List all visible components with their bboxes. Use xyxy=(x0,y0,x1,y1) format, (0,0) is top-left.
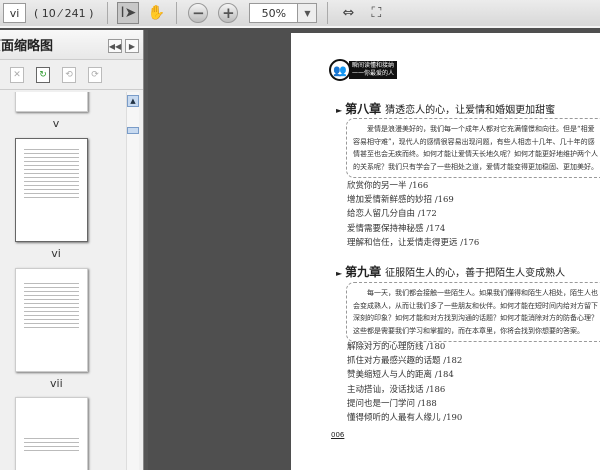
fit-page-icon[interactable]: ⛶ xyxy=(365,2,387,24)
toc-item[interactable]: 给恋人留几分自由 /172 xyxy=(347,207,479,221)
page-number-input[interactable]: vi xyxy=(3,3,26,23)
thumbnail-label: vii xyxy=(50,377,63,390)
thumbnail-label: vi xyxy=(51,247,61,260)
toc-item[interactable]: 赞美缩短人与人的距离 /184 xyxy=(347,368,462,382)
panel-header: 页面缩略图 ◀◀ ▶ xyxy=(0,30,143,60)
toc-item[interactable]: 爱情需要保持神秘感 /174 xyxy=(347,222,479,236)
chapter-intro: 每一天，我们都会接触一些陌生人。如果我们懂得和陌生人相处，陌生人也会变成熟人，从… xyxy=(346,282,600,342)
divider xyxy=(107,2,109,24)
panel-toolbar: ✕ ↻ ⟲ ⟳ xyxy=(0,60,143,90)
zoom-value[interactable]: 50% xyxy=(250,4,297,22)
rotate-cw-icon[interactable]: ⟳ xyxy=(88,66,102,83)
delete-page-icon[interactable]: ✕ xyxy=(10,66,24,83)
collapse-panel-button[interactable]: ◀◀ xyxy=(108,39,122,53)
thumbnail-page-vii[interactable] xyxy=(15,268,88,372)
thumbnail-page-v[interactable] xyxy=(15,92,88,112)
thumbnail-list: v vi vii xyxy=(0,92,126,470)
logo-text: 一一你最爱的人 xyxy=(352,70,395,77)
scrollbar-thumb[interactable] xyxy=(127,127,139,134)
thumbnail-page-vi[interactable] xyxy=(15,138,88,242)
divider xyxy=(176,2,178,24)
fit-width-icon[interactable]: ⇔ xyxy=(337,2,359,24)
chevron-down-icon[interactable]: ▼ xyxy=(297,4,317,22)
people-icon: 👥 xyxy=(329,59,351,81)
chapter-intro: 爱情是浪漫美好的，我们每一个成年人都对它充满憧憬和向往。但是“相爱容易相守难”，… xyxy=(346,118,600,178)
toc-item[interactable]: 解除对方的心理防线 /180 xyxy=(347,340,462,354)
next-panel-button[interactable]: ▶ xyxy=(125,39,139,53)
toc-item[interactable]: 主动搭讪，没话找话 /186 xyxy=(347,383,462,397)
zoom-out-icon[interactable]: − xyxy=(188,3,209,23)
select-tool-icon[interactable]: I➤ xyxy=(117,2,140,24)
book-logo: 👥 瞬间读懂和接纳 一一你最爱的人 xyxy=(329,59,398,81)
rotate-ccw-icon[interactable]: ⟲ xyxy=(62,66,76,83)
toc-item[interactable]: 增加爱情新鲜感的妙招 /169 xyxy=(347,193,479,207)
zoom-in-icon[interactable]: + xyxy=(218,3,239,23)
toc-item[interactable]: 理解和信任，让爱情走得更远 /176 xyxy=(347,236,479,250)
toc-item[interactable]: 欣赏你的另一半 /166 xyxy=(347,179,479,193)
divider xyxy=(327,2,329,24)
extract-page-icon[interactable]: ↻ xyxy=(36,66,50,83)
thumbnail-panel: 页面缩略图 ◀◀ ▶ ✕ ↻ ⟲ ⟳ v vi vii ▲ xyxy=(0,30,143,470)
panel-title: 页面缩略图 xyxy=(0,39,54,54)
toolbar: vi ( 10 ⁄ 241 ) I➤ ✋ − + 50% ▼ ⇔ ⛶ xyxy=(0,0,600,28)
scroll-up-icon[interactable]: ▲ xyxy=(127,95,139,107)
chapter-heading: ► 第九章 征服陌生人的心，善于把陌生人变成熟人 xyxy=(336,265,566,279)
chapter-heading: ► 第八章 猜透恋人的心，让爱情和婚姻更加甜蜜 xyxy=(336,102,556,116)
document-page: 👥 瞬间读懂和接纳 一一你最爱的人 ► 第八章 猜透恋人的心，让爱情和婚姻更加甜蜜 爱… xyxy=(291,33,600,470)
toc-item[interactable]: 抓住对方最感兴趣的话题 /182 xyxy=(347,354,462,368)
toc-item[interactable]: 提问也是一门学问 /188 xyxy=(347,397,462,411)
page-count: ( 10 ⁄ 241 ) xyxy=(34,6,94,20)
hand-tool-icon[interactable]: ✋ xyxy=(145,2,167,24)
toc-list: 解除对方的心理防线 /180 抓住对方最感兴趣的话题 /182 赞美缩短人与人的… xyxy=(347,340,462,425)
scrollbar[interactable]: ▲ xyxy=(126,92,139,470)
zoom-select[interactable]: 50% ▼ xyxy=(249,3,318,23)
toc-item[interactable]: 懂得倾听的人最有人缘儿 /190 xyxy=(347,411,462,425)
page-number: 006 xyxy=(331,431,345,439)
thumbnail-page-next[interactable] xyxy=(15,397,88,470)
logo-text: 瞬间读懂和接纳 xyxy=(352,62,395,69)
panel-splitter[interactable] xyxy=(143,30,148,470)
thumbnail-label: v xyxy=(52,117,60,130)
toc-list: 欣赏你的另一半 /166 增加爱情新鲜感的妙招 /169 给恋人留几分自由 /1… xyxy=(347,179,479,250)
